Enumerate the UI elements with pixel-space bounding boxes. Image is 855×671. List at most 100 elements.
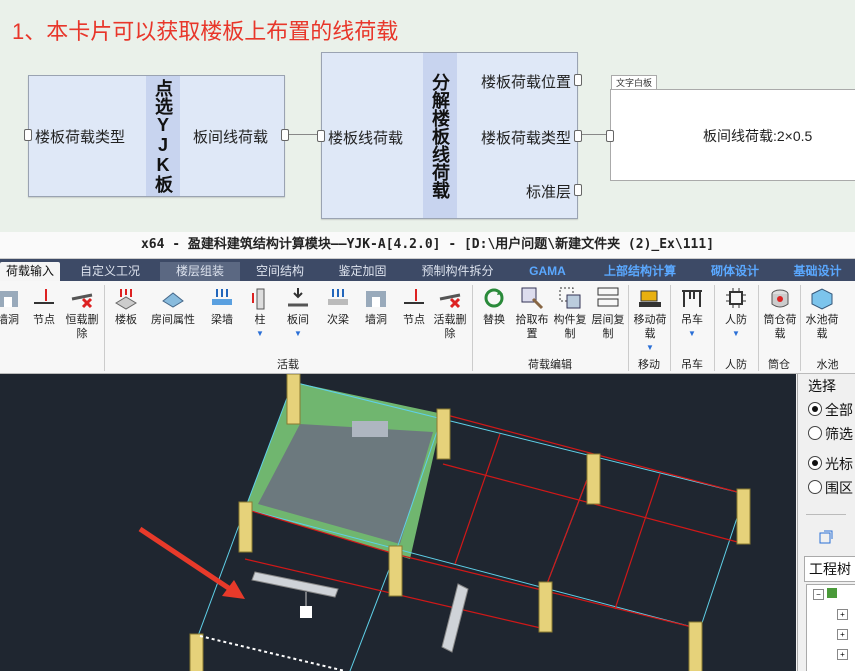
tab-load-input[interactable]: 荷载输入 bbox=[0, 262, 60, 281]
delete-dead-load-button[interactable]: 恒载删除 bbox=[62, 285, 102, 341]
model-drawing bbox=[138, 374, 751, 671]
chip-icon bbox=[726, 288, 746, 308]
secondary-beam-icon bbox=[328, 289, 348, 305]
member-copy-button[interactable]: 构件复制 bbox=[550, 285, 590, 341]
civil-defense-button[interactable]: 人防 ▼ bbox=[716, 285, 756, 341]
output-label-type: 楼板荷载类型 bbox=[480, 130, 571, 147]
room-property-button[interactable]: 房间属性 bbox=[150, 285, 196, 327]
replace-icon bbox=[484, 288, 504, 308]
wall-hole-icon bbox=[366, 291, 386, 307]
dimension-line bbox=[199, 635, 346, 671]
project-tree[interactable]: − + + + bbox=[806, 584, 855, 671]
pointer-arrow bbox=[138, 526, 245, 599]
group-label-move: 移动 bbox=[638, 359, 660, 371]
text-whiteboard[interactable]: 板间线荷载:2×0.5 bbox=[606, 89, 855, 181]
tab-masonry[interactable]: 砌体设计 bbox=[700, 262, 770, 281]
room-icon bbox=[162, 292, 184, 308]
headline: 1、本卡片可以获取楼板上布置的线荷载 bbox=[12, 19, 399, 44]
radio-dot bbox=[808, 426, 822, 440]
node-decompose-slab-line-load[interactable]: 楼板线荷载 分解楼板线荷载 楼板荷载位置 楼板荷载类型 标准层 bbox=[317, 52, 582, 219]
node-live-button[interactable]: 节点 bbox=[394, 285, 434, 327]
note-tab: 文字白板 bbox=[611, 75, 658, 89]
line-load-bar bbox=[251, 571, 339, 618]
pick-icon bbox=[521, 287, 544, 310]
node-button[interactable]: 节点 bbox=[24, 285, 64, 327]
chevron-down-icon[interactable]: ▼ bbox=[240, 327, 280, 341]
window-title: x64 - 盈建科建筑结构计算模块——YJK-A[4.2.0] - [D:\用户… bbox=[0, 232, 855, 259]
wall-hole-live-button[interactable]: 墙洞 bbox=[356, 285, 396, 327]
crane-button[interactable]: 吊车 ▼ bbox=[672, 285, 712, 341]
slab-between-load-button[interactable]: 板间 ▼ bbox=[278, 285, 318, 341]
tab-precast[interactable]: 预制构件拆分 bbox=[410, 262, 505, 281]
radio-area[interactable]: 围区 bbox=[808, 478, 853, 498]
layer-copy-button[interactable]: 层间复制 bbox=[588, 285, 628, 341]
radio-filter[interactable]: 筛选 bbox=[808, 424, 853, 444]
selection-panel: 选择 全部 筛选 光标 围区 工程树 − + + + bbox=[797, 374, 855, 671]
output-label: 板间线荷载 bbox=[193, 129, 269, 146]
chevron-down-icon[interactable]: ▼ bbox=[278, 327, 318, 341]
group-label-crane: 吊车 bbox=[681, 359, 703, 371]
bulldozer-icon bbox=[639, 290, 661, 307]
output-port[interactable] bbox=[574, 184, 582, 196]
tab-upper-calc[interactable]: 上部结构计算 bbox=[590, 262, 690, 281]
output-port[interactable] bbox=[281, 129, 289, 141]
radio-cursor[interactable]: 光标 bbox=[808, 454, 853, 474]
chevron-down-icon[interactable]: ▼ bbox=[672, 327, 712, 341]
tank-icon bbox=[811, 288, 833, 310]
tree-expand-icon[interactable]: + bbox=[837, 629, 848, 640]
note-text: 板间线荷载:2×0.5 bbox=[703, 128, 813, 144]
replace-button[interactable]: 替换 bbox=[474, 285, 514, 327]
copy-icon bbox=[559, 287, 581, 309]
crane-icon bbox=[682, 290, 702, 307]
group-label-load-edit: 荷载编辑 bbox=[528, 359, 572, 371]
node-pick-yjk-slab[interactable]: 楼板荷载类型 点选YJK板 板间线荷载 bbox=[24, 75, 289, 197]
column-icon bbox=[252, 288, 265, 310]
tree-expand-icon[interactable]: − bbox=[813, 589, 824, 600]
input-label: 楼板荷载类型 bbox=[35, 129, 126, 146]
column-load-button[interactable]: 柱 ▼ bbox=[240, 285, 280, 341]
group-label-silo: 筒仓 bbox=[768, 359, 790, 371]
tab-custom-case[interactable]: 自定义工况 bbox=[70, 262, 150, 281]
tab-gama[interactable]: GAMA bbox=[515, 262, 580, 281]
slab-icon bbox=[115, 289, 137, 310]
node-title: 分解楼板线荷载 bbox=[423, 53, 457, 218]
input-port[interactable] bbox=[317, 130, 325, 142]
slab-label bbox=[352, 421, 388, 437]
delete-live-load-button[interactable]: 活载删除 bbox=[430, 285, 470, 341]
chevron-down-icon[interactable]: ▼ bbox=[716, 327, 756, 341]
output-label-floor: 标准层 bbox=[525, 184, 571, 201]
wall-hole-icon bbox=[0, 291, 18, 307]
tree-node-icon bbox=[827, 588, 837, 598]
input-port[interactable] bbox=[24, 129, 32, 141]
tree-expand-icon[interactable]: + bbox=[837, 649, 848, 660]
tree-expand-icon[interactable]: + bbox=[837, 609, 848, 620]
input-port[interactable] bbox=[606, 130, 614, 142]
tab-space-structure[interactable]: 空间结构 bbox=[245, 262, 315, 281]
input-label: 楼板线荷载 bbox=[328, 130, 404, 147]
model-3d-viewport[interactable] bbox=[0, 374, 796, 671]
radio-dot bbox=[808, 456, 822, 470]
slab-load-button[interactable]: 楼板 bbox=[106, 285, 146, 327]
project-tree-label[interactable]: 工程树 bbox=[804, 556, 855, 582]
output-port[interactable] bbox=[574, 130, 582, 142]
output-label-position: 楼板荷载位置 bbox=[480, 74, 571, 91]
beam-wall-icon bbox=[212, 289, 232, 305]
tank-load-button[interactable]: 水池荷载 bbox=[802, 285, 842, 341]
slab-between-icon bbox=[288, 288, 308, 307]
ribbon-tabs: 荷载输入 自定义工况 楼层组装 空间结构 鉴定加固 预制构件拆分 GAMA 上部… bbox=[0, 259, 855, 281]
tab-foundation[interactable]: 基础设计 bbox=[780, 262, 855, 281]
node-canvas: 1、本卡片可以获取楼板上布置的线荷载 楼板荷载类型 点选YJK板 板间线荷载 楼… bbox=[0, 0, 855, 232]
tab-floor-assembly[interactable]: 楼层组装 bbox=[160, 262, 240, 281]
export-icon[interactable] bbox=[818, 529, 834, 545]
beam-wall-load-button[interactable]: 梁墙 bbox=[202, 285, 242, 327]
moving-load-button[interactable]: 移动荷载 ▼ bbox=[630, 285, 670, 355]
node-title: 点选YJK板 bbox=[146, 76, 180, 196]
radio-all[interactable]: 全部 bbox=[808, 400, 853, 420]
pick-layout-button[interactable]: 拾取布置 bbox=[512, 285, 552, 341]
tab-appraisal[interactable]: 鉴定加固 bbox=[325, 262, 400, 281]
ribbon-toolbar: 墙洞 节点 恒载删除 楼板 房间属性 梁墙 柱 ▼ 板间 ▼ 次梁 墙洞 节点 … bbox=[0, 281, 855, 374]
output-port[interactable] bbox=[574, 74, 582, 86]
secondary-beam-load-button[interactable]: 次梁 bbox=[318, 285, 358, 327]
silo-load-button[interactable]: 筒仓荷载 bbox=[760, 285, 800, 341]
chevron-down-icon[interactable]: ▼ bbox=[630, 341, 670, 355]
